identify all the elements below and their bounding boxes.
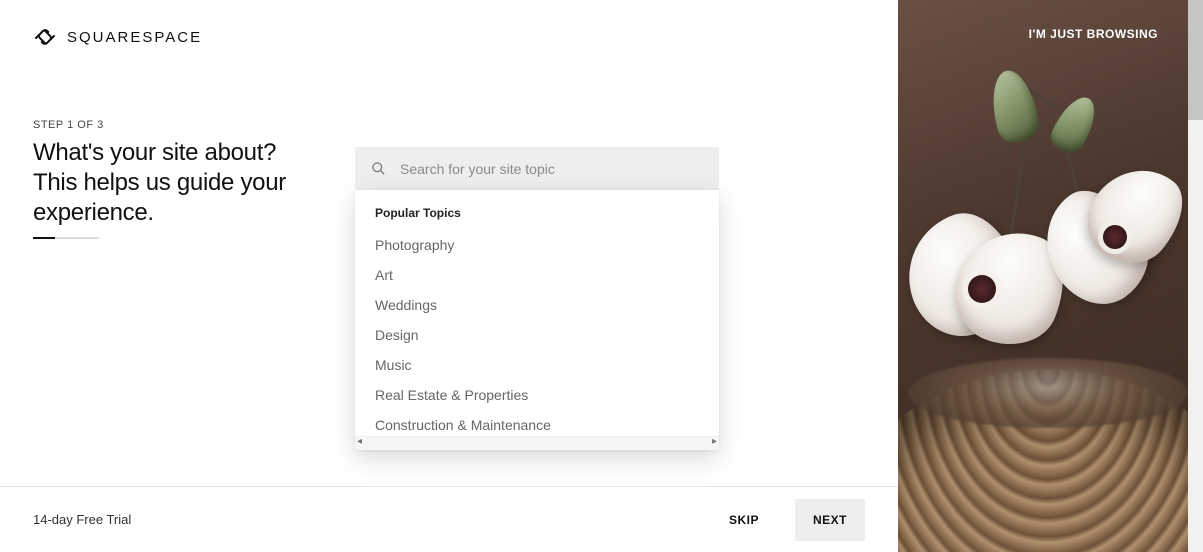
squarespace-logo-icon — [33, 25, 57, 49]
dropdown-section-title: Popular Topics — [375, 206, 699, 220]
decorative-flower-image — [898, 0, 1188, 552]
page-vertical-scrollbar[interactable]: ▲ — [1188, 0, 1203, 552]
skip-button[interactable]: SKIP — [711, 499, 777, 541]
topic-search-input[interactable] — [400, 161, 703, 177]
progress-fill — [33, 237, 55, 239]
topic-item[interactable]: Construction & Maintenance — [375, 410, 699, 436]
topic-item[interactable]: Design — [375, 320, 699, 350]
footer-buttons: SKIP NEXT — [711, 499, 865, 541]
topic-item[interactable]: Photography — [375, 230, 699, 260]
search-icon — [371, 161, 386, 176]
topic-dropdown: Popular Topics Photography Art Weddings … — [355, 190, 719, 450]
topic-search-box[interactable] — [355, 147, 719, 190]
page-headline: What's your site about? This helps us gu… — [33, 138, 286, 228]
progress-bar — [33, 237, 99, 239]
topic-dropdown-scroll[interactable]: Popular Topics Photography Art Weddings … — [355, 190, 719, 436]
brand-name: SQUARESPACE — [67, 29, 202, 46]
footer-bar: 14-day Free Trial SKIP NEXT — [0, 486, 898, 552]
dropdown-horizontal-scrollbar[interactable] — [355, 436, 719, 450]
trial-label: 14-day Free Trial — [33, 512, 131, 527]
brand-logo[interactable]: SQUARESPACE — [33, 25, 202, 49]
topic-item[interactable]: Music — [375, 350, 699, 380]
topic-item[interactable]: Real Estate & Properties — [375, 380, 699, 410]
main-content: SQUARESPACE STEP 1 OF 3 What's your site… — [0, 0, 898, 552]
just-browsing-link[interactable]: I'M JUST BROWSING — [1029, 27, 1158, 41]
headline-line3: experience. — [33, 199, 154, 226]
side-image-panel: I'M JUST BROWSING — [898, 0, 1188, 552]
topic-item[interactable]: Art — [375, 260, 699, 290]
topic-item[interactable]: Weddings — [375, 290, 699, 320]
headline-line2: This helps us guide your — [33, 169, 286, 196]
step-indicator: STEP 1 OF 3 — [33, 119, 104, 131]
scrollbar-thumb[interactable] — [1188, 0, 1203, 120]
next-button[interactable]: NEXT — [795, 499, 865, 541]
headline-line1: What's your site about? — [33, 139, 276, 166]
